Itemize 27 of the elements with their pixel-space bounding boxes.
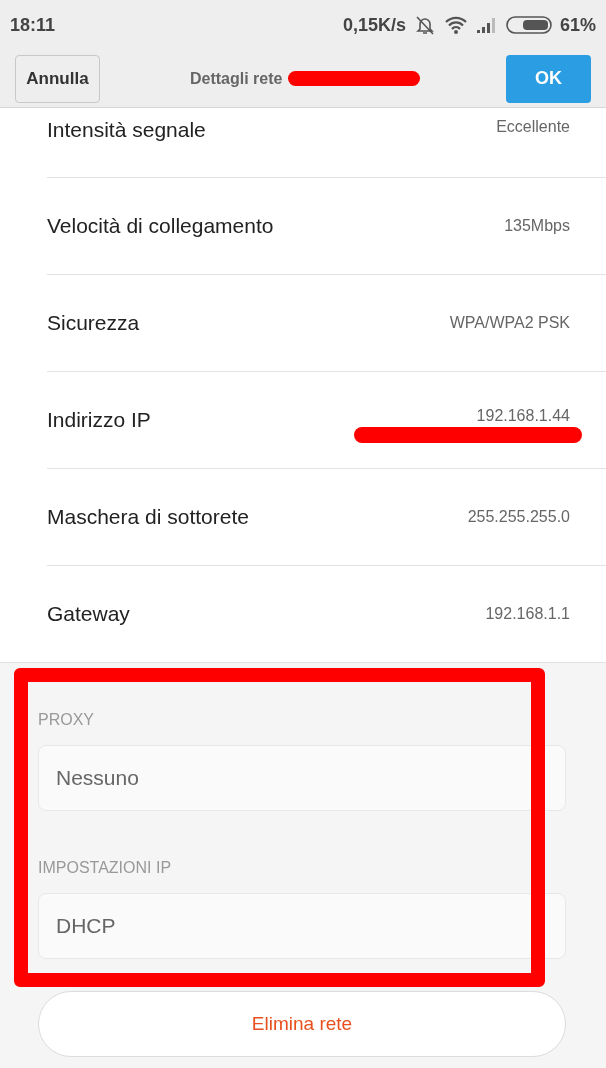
detail-value: Eccellente [496, 118, 570, 136]
signal-icon [475, 16, 498, 34]
battery-icon [505, 15, 552, 35]
battery-percentage: 61% [559, 14, 596, 36]
section-label: PROXY [38, 711, 95, 729]
detail-label: Sicurezza [47, 311, 140, 335]
muted-bell-icon [413, 14, 436, 36]
detail-value: 192.168.1.44 [476, 407, 570, 425]
section-label: IMPOSTAZIONI IP [38, 859, 173, 877]
detail-label: Velocità di collegamento [47, 214, 274, 238]
cancel-button[interactable]: Annulla [15, 54, 100, 103]
detail-value: WPA/WPA2 PSK [449, 314, 570, 332]
detail-value: 192.168.1.1 [485, 605, 570, 623]
delete-network-button[interactable]: Elimina rete [38, 991, 566, 1057]
detail-label: Indirizzo IP [47, 408, 151, 432]
network-speed: 0,15K/s [342, 14, 406, 36]
clock: 18:11 [10, 14, 56, 36]
dropdown-field[interactable]: DHCP [38, 893, 566, 959]
dropdown-field[interactable]: Nessuno [38, 745, 566, 811]
detail-label: Gateway [47, 602, 130, 626]
detail-value: 135Mbps [504, 217, 570, 235]
detail-label: Maschera di sottorete [47, 505, 249, 529]
detail-label: Intensità segnale [47, 118, 206, 142]
screen-title: Dettagli rete [190, 69, 283, 88]
ok-button[interactable]: OK [506, 54, 591, 103]
detail-value: 255.255.255.0 [467, 508, 570, 526]
wifi-icon [443, 15, 468, 35]
